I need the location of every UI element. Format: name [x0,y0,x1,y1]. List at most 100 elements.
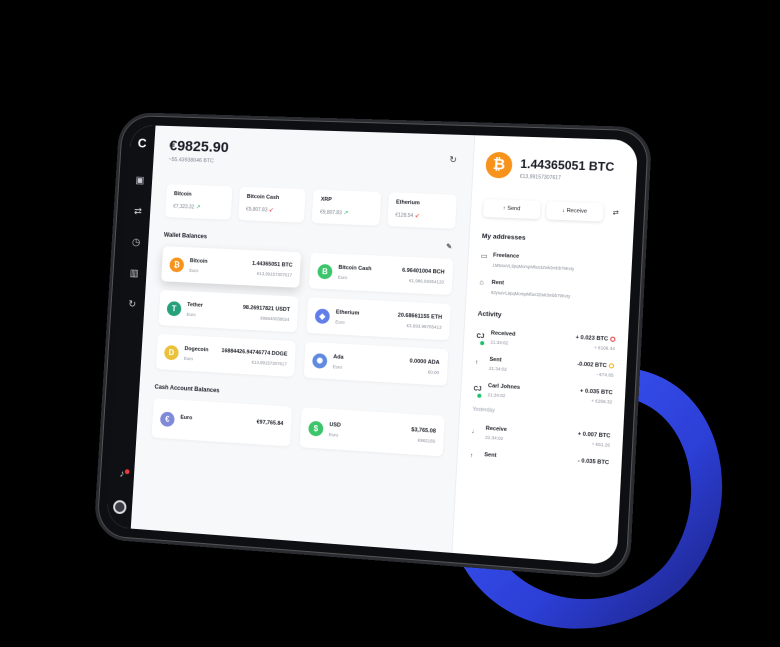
activity-amount: -0.002 BTC [577,361,607,370]
activity-fiat: + €51.26 [591,441,611,448]
address-key: 82ysaVL9pqMompMfan3Zwk3mbb79Kvty [490,289,571,299]
bitcoin-icon: ₿ [485,151,513,179]
balance-amounts: €97,765.84 [256,419,283,431]
ticker-card[interactable]: Bitcoin €7,323.32 ↗ [164,184,233,220]
ticker-price: €128.54 [395,212,414,220]
ticker-card[interactable]: Etherium €128.54 ↙ [386,192,457,229]
activity-time: 21:34:02 [488,365,507,372]
yesterday-label: Yesterday [472,406,496,414]
ticker-card[interactable]: XRP €9,807.83 ↗ [311,189,381,226]
balance-amounts: 16884426.94746774 DOGE €13,99157307617 [221,347,288,366]
trend-up-icon: ↗ [341,210,349,217]
wallet-icon[interactable]: ▣ [134,175,146,187]
activity-item[interactable]: ↑ Sent 21:34:02 -0.002 BTC - €74.65 [475,356,615,378]
activity-list-yesterday: ↓ Receive 21:34:02 + 0.007 BTC + €51.26 ↑ Sent… [470,425,611,470]
activity-item[interactable]: CJ Received 21:34:02 + 0.023 BTC + €168.44 [476,330,616,351]
balance-card[interactable]: $ USD Euro $3,765.08 €982165 [299,407,445,457]
activity-amounts: + 0.007 BTC + €51.26 [577,431,611,448]
edit-icon[interactable]: ✎ [446,243,452,251]
balance-text: Bitcoin Euro [189,258,252,276]
coin-icon: ◆ [314,307,331,324]
balance-sub: Euro [183,355,194,361]
balance-card[interactable]: B Bitcoin Cash Euro 6.96401004 BCH €1,986.59… [308,252,454,296]
cash-grid: € Euro €97,765.84 $ USD Euro $3,765.08 €982165 [151,398,445,457]
book-icon[interactable]: ▥ [128,268,140,280]
address-text: Rent 82ysaVL9pqMompMfan3Zwk3mbb79Kvty [491,280,571,299]
history-icon[interactable]: ◷ [130,237,142,249]
swap-icon[interactable]: ⇄ [609,209,622,218]
activity-amounts: + 0.023 BTC + €168.44 [575,335,616,351]
activity-fiat [578,467,609,469]
address-item[interactable]: ⌂ Rent 82ysaVL9pqMompMfan3Zwk3mbb79Kvty [479,279,618,301]
balance-fiat: €1,986.59354120 [408,277,445,285]
ticker-value: €9,807.83 ↙ [246,206,297,215]
detail-fiat: €13,99157307617 [519,173,562,182]
transfer-icon[interactable]: ⇄ [132,206,144,218]
balance-sub [180,425,256,430]
balance-name: Etherium [335,308,360,317]
balance-name: Ada [333,353,344,361]
coin-icon: ✺ [312,352,328,369]
wallet-grid: ₿ Bitcoin Euro 1.44365051 BTC €13,9915730761… [155,246,454,386]
app-screen: C ▣ ⇄ ◷ ▥ ↻ ♪ €9825.90 ~55.43938046 BTC … [106,124,639,566]
balance-text: USD Euro [329,422,412,442]
avatar[interactable] [112,499,127,515]
activity-text: Carl Johnes 21:34:02 [487,383,580,403]
activity-amount-row: -0.002 BTC [577,361,615,370]
address-name: Freelance [492,252,520,260]
balance-card[interactable]: ₿ Bitcoin Euro 1.44365051 BTC €13,9915730761… [161,246,302,288]
ticker-name: XRP [320,196,332,204]
activity-title: Activity [477,310,502,319]
check-icon [477,393,482,398]
activity-item[interactable]: ↓ Receive 21:34:02 + 0.007 BTC + €51.26 [471,425,611,448]
balance-text: Bitcoin Cash Euro [338,264,403,282]
balance-card[interactable]: ✺ Ada Euro 0.0000 ADA €0.00 [303,341,449,386]
bell-icon[interactable]: ♪ [116,469,128,482]
send-button[interactable]: ↑ Send [482,198,541,220]
balance-amount: 16884426.94746774 DOGE [221,347,288,358]
balance-fiat: €86640038024 [260,315,290,322]
tablet-frame: C ▣ ⇄ ◷ ▥ ↻ ♪ €9825.90 ~55.43938046 BTC … [93,111,653,580]
receive-button[interactable]: ↓ Receive [545,201,604,222]
ticker-name: Etherium [395,199,420,207]
activity-amounts: -0.002 BTC - €74.65 [577,361,615,378]
balance-card[interactable]: € Euro €97,765.84 [151,398,293,447]
activity-text: Received 21:34:02 [490,330,575,349]
balance-card[interactable]: ◆ Etherium Euro 20.68661155 ETH €3,693.98765… [306,297,451,341]
ticker-row: Bitcoin €7,323.32 ↗ Bitcoin Cash €9,807.83 … [164,184,457,229]
activity-item[interactable]: ↑ Sent - 0.035 BTC [470,451,609,469]
activity-fiat: + €168.44 [593,344,616,352]
balance-fiat [256,429,283,431]
main-panel: €9825.90 ~55.43938046 BTC ↻ Bitcoin €7,32… [130,125,475,553]
balance-sub: Euro [337,274,348,280]
balance-text: Etherium Euro [335,309,398,327]
ticker-name: Bitcoin [173,191,192,198]
trend-up-icon: ↗ [194,204,201,211]
refresh-icon[interactable]: ↻ [126,299,138,311]
balance-text: Dogecoin Euro [184,346,222,363]
address-item[interactable]: ▭ Freelance 1M5owVL9pqMompMfan3Zwk3mbb79Kv… [480,252,619,273]
balance-text: Euro [180,415,257,430]
activity-icon: ↑ [469,452,474,459]
activity-item[interactable]: CJ Carl Johnes 21:34:02 + 0.035 BTC + €256.3… [473,382,613,405]
balance-sub: Euro [189,267,199,273]
activity-amount-row: - 0.035 BTC [578,458,610,466]
activity-text: Receive 21:34:02 [485,426,578,446]
ticker-value: €9,807.83 ↗ [320,209,372,218]
balance-amount: €97,765.84 [256,419,284,428]
balance-name: Bitcoin Cash [338,264,372,272]
coin-icon: $ [308,420,324,437]
activity-amount: + 0.023 BTC [575,334,609,343]
coin-icon: D [163,344,180,360]
balance-card[interactable]: T Tether Euro 98.26917821 USDT €86640038024 [158,289,299,333]
activity-amount: - 0.035 BTC [577,458,610,467]
ticker-card[interactable]: Bitcoin Cash €9,807.83 ↙ [237,186,306,223]
balance-sub: Euro [332,363,343,370]
balance-amount: 1.44365051 BTC [251,260,293,269]
balance-amount: 6.96401004 BCH [401,267,445,276]
activity-amount-row: + 0.035 BTC [580,388,613,396]
activity-fiat: + €256.32 [591,398,613,405]
refresh-button[interactable]: ↻ [449,154,457,165]
balance-name: USD [329,421,342,429]
balance-card[interactable]: D Dogecoin Euro 16884426.94746774 DOGE €13,9… [155,333,296,377]
